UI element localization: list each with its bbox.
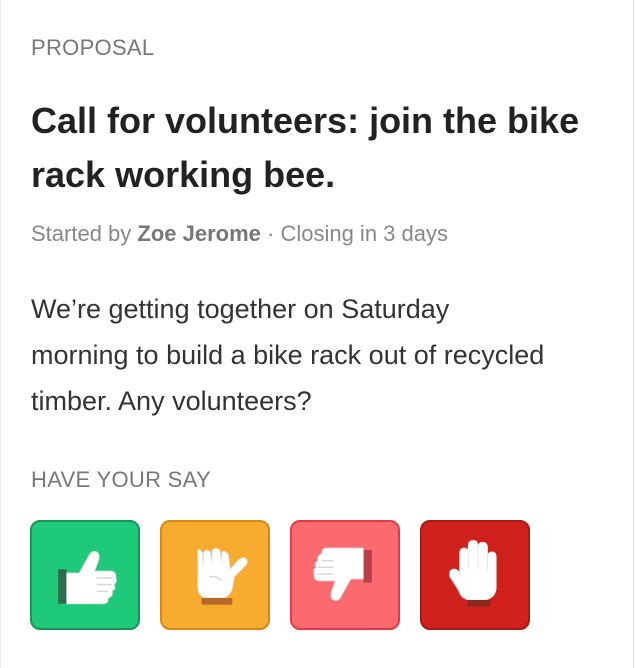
proposal-meta: Started by Zoe Jerome · Closing in 3 day… [31, 221, 448, 247]
proposal-description: We’re getting together on Saturday morni… [31, 294, 545, 416]
thumb-sideways-icon [197, 547, 248, 605]
proposal-kicker: PROPOSAL [31, 35, 155, 60]
disagree-button[interactable] [290, 520, 400, 630]
vote-section-label: HAVE YOUR SAY [31, 467, 211, 492]
author-name[interactable]: Zoe Jerome [137, 221, 261, 246]
meta-started-by: Started by [31, 221, 138, 246]
proposal-card: PROPOSAL Call for volunteers: join the b… [0, 0, 634, 668]
vote-options [30, 520, 530, 630]
raised-hand-icon [449, 539, 497, 607]
thumbs-down-icon [313, 547, 372, 601]
meta-separator: · [260, 221, 281, 246]
proposal-title[interactable]: Call for volunteers: join the bike rack … [31, 94, 591, 202]
thumbs-up-icon [58, 551, 117, 605]
block-button[interactable] [420, 520, 530, 630]
abstain-button[interactable] [160, 520, 270, 630]
closing-time: Closing in 3 days [280, 221, 448, 246]
agree-button[interactable] [30, 520, 140, 630]
